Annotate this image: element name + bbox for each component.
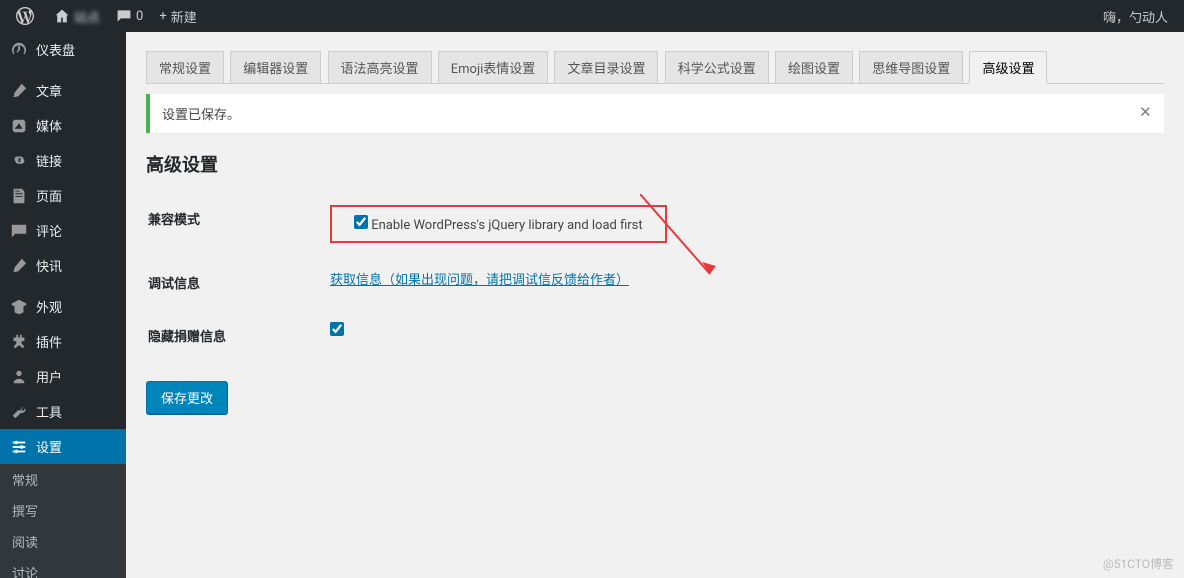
notice-message: 设置已保存。	[162, 104, 240, 123]
tab-syntax[interactable]: 语法高亮设置	[328, 51, 432, 84]
wordpress-icon	[16, 7, 34, 25]
tab-math[interactable]: 科学公式设置	[665, 51, 769, 84]
save-button[interactable]: 保存更改	[146, 381, 228, 414]
sidebar-item-plugins[interactable]: 插件	[0, 324, 126, 359]
comment-icon	[116, 8, 132, 24]
sidebar-item-label: 快讯	[36, 256, 62, 275]
tab-emoji[interactable]: Emoji表情设置	[438, 51, 548, 84]
submenu-writing[interactable]: 撰写	[0, 495, 126, 526]
tab-diagram[interactable]: 绘图设置	[775, 51, 853, 84]
sidebar-item-pages[interactable]: 页面	[0, 178, 126, 213]
sidebar-item-label: 媒体	[36, 116, 62, 135]
sidebar-item-media[interactable]: 媒体	[0, 108, 126, 143]
sidebar-item-comments[interactable]: 评论	[0, 213, 126, 248]
submenu-general[interactable]: 常规	[0, 464, 126, 495]
plus-icon: +	[159, 9, 166, 24]
sidebar-item-label: 用户	[36, 367, 62, 386]
sidebar-item-news[interactable]: 快讯	[0, 248, 126, 283]
sidebar-item-label: 外观	[36, 297, 62, 316]
comments-count: 0	[136, 9, 143, 24]
howdy-user[interactable]: 嗨，勺动人	[1095, 0, 1176, 32]
notice-dismiss-button[interactable]	[1138, 104, 1152, 123]
submenu-reading[interactable]: 阅读	[0, 526, 126, 557]
sidebar-item-label: 插件	[36, 332, 62, 351]
new-label: 新建	[171, 7, 197, 26]
compat-checkbox-label: Enable WordPress's jQuery library and lo…	[371, 218, 642, 233]
sidebar-item-label: 工具	[36, 402, 62, 421]
tab-toc[interactable]: 文章目录设置	[554, 51, 658, 84]
compat-highlight-annotation: Enable WordPress's jQuery library and lo…	[330, 205, 667, 243]
comments-link[interactable]: 0	[108, 0, 151, 32]
settings-form: 兼容模式 Enable WordPress's jQuery library a…	[146, 191, 1164, 363]
watermark: @51CTO博客	[1103, 555, 1174, 572]
sidebar-item-label: 链接	[36, 151, 62, 170]
home-icon	[54, 8, 70, 24]
howdy-text: 嗨，勺动人	[1103, 7, 1168, 26]
compat-mode-label: 兼容模式	[148, 193, 318, 255]
admin-toolbar: 站点 0 + 新建 嗨，勺动人	[0, 0, 1184, 32]
compat-checkbox[interactable]	[354, 215, 368, 229]
sidebar-item-label: 评论	[36, 221, 62, 240]
submenu-discussion[interactable]: 讨论	[0, 557, 126, 578]
sidebar-item-posts[interactable]: 文章	[0, 73, 126, 108]
sidebar-item-tools[interactable]: 工具	[0, 394, 126, 429]
sidebar-item-label: 文章	[36, 81, 62, 100]
sidebar-item-links[interactable]: 链接	[0, 143, 126, 178]
close-icon	[1138, 105, 1152, 119]
home-link[interactable]: 站点	[46, 0, 108, 32]
sidebar-item-appearance[interactable]: 外观	[0, 289, 126, 324]
hide-donate-checkbox[interactable]	[330, 322, 344, 336]
sidebar-item-settings[interactable]: 设置	[0, 429, 126, 464]
settings-saved-notice: 设置已保存。	[146, 94, 1164, 133]
sidebar-item-dashboard[interactable]: 仪表盘	[0, 32, 126, 67]
wp-logo[interactable]	[8, 0, 46, 32]
admin-sidebar: 仪表盘 文章 媒体 链接 页面 评论 快讯 外观	[0, 32, 126, 578]
tab-general[interactable]: 常规设置	[146, 51, 224, 84]
sidebar-item-users[interactable]: 用户	[0, 359, 126, 394]
hide-donate-label: 隐藏捐赠信息	[148, 310, 318, 361]
compat-checkbox-wrapper[interactable]: Enable WordPress's jQuery library and lo…	[354, 218, 643, 233]
site-name: 站点	[74, 7, 100, 26]
section-title: 高级设置	[146, 151, 1164, 177]
tab-editor[interactable]: 编辑器设置	[230, 51, 321, 84]
tab-bar: 常规设置 编辑器设置 语法高亮设置 Emoji表情设置 文章目录设置 科学公式设…	[146, 42, 1164, 84]
tab-advanced[interactable]: 高级设置	[969, 51, 1047, 84]
debug-info-label: 调试信息	[148, 257, 318, 308]
new-content-link[interactable]: + 新建	[151, 0, 204, 32]
sidebar-item-label: 设置	[36, 437, 62, 456]
tab-mindmap[interactable]: 思维导图设置	[859, 51, 963, 84]
sidebar-item-label: 仪表盘	[36, 40, 75, 59]
sidebar-item-label: 页面	[36, 186, 62, 205]
debug-info-link[interactable]: 获取信息（如果出现问题，请把调试信反馈给作者）	[330, 273, 629, 288]
settings-submenu: 常规 撰写 阅读 讨论 媒体 固定链接 隐私 Akismet Anti-Spam…	[0, 464, 126, 578]
